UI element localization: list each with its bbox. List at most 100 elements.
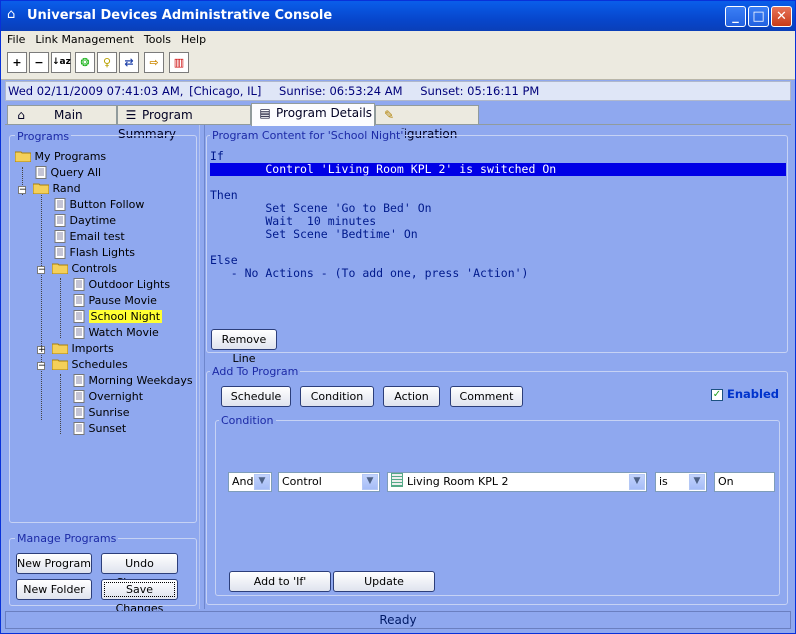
- device-select[interactable]: Living Room KPL 2 ▼: [387, 472, 647, 492]
- update-button[interactable]: Update: [333, 571, 435, 592]
- tree-item-overnight[interactable]: Overnight: [73, 390, 143, 406]
- chevron-down-icon: ▼: [689, 474, 705, 490]
- if-condition-line[interactable]: Control 'Living Room KPL 2' is switched …: [210, 162, 556, 176]
- export-icon[interactable]: ⇨: [144, 52, 164, 73]
- program-icon: [54, 198, 66, 211]
- program-icon: [73, 278, 85, 291]
- chevron-down-icon: ▼: [362, 474, 378, 490]
- maximize-button[interactable]: □: [748, 6, 769, 27]
- condition-button[interactable]: Condition: [300, 386, 374, 407]
- light-bulb-icon[interactable]: ♀: [97, 52, 117, 73]
- if-keyword: If: [210, 149, 224, 163]
- tree-item-daytime[interactable]: Daytime: [54, 214, 116, 230]
- new-program-button[interactable]: New Program: [16, 553, 92, 574]
- then-line-1[interactable]: Set Scene 'Go to Bed' On: [210, 201, 431, 215]
- collapse-toggle[interactable]: −: [18, 186, 27, 195]
- sunrise-text: Sunrise: 06:53:24 AM: [279, 84, 403, 98]
- tree-item-query-all[interactable]: Query All: [35, 166, 101, 182]
- program-icon: [54, 214, 66, 227]
- expand-toggle[interactable]: +: [37, 346, 46, 355]
- tree-item-morning-weekdays[interactable]: Morning Weekdays: [73, 374, 193, 390]
- enabled-label: Enabled: [727, 387, 780, 401]
- splitter[interactable]: [199, 125, 205, 609]
- save-changes-button[interactable]: Save Changes: [101, 579, 178, 615]
- keypad-icon: [391, 473, 403, 487]
- new-folder-button[interactable]: New Folder: [16, 579, 92, 600]
- expand-all-icon[interactable]: +: [7, 52, 27, 73]
- folder-icon: [52, 263, 68, 274]
- title-bar[interactable]: ⌂ Universal Devices Administrative Conso…: [1, 1, 795, 31]
- tree-item-schedules[interactable]: Schedules: [52, 358, 128, 374]
- location-text: [Chicago, IL]: [189, 84, 262, 98]
- else-line-1[interactable]: - No Actions - (To add one, press 'Actio…: [210, 266, 529, 280]
- tree-item-rand[interactable]: Rand: [33, 182, 81, 198]
- link-icon[interactable]: ⇄: [119, 52, 139, 73]
- menu-link-management[interactable]: Link Management: [29, 31, 137, 46]
- enabled-checkbox[interactable]: ✓: [711, 389, 723, 401]
- tree-item-flash-lights[interactable]: Flash Lights: [54, 246, 135, 262]
- tab-program-details[interactable]: ▤ Program Details: [251, 103, 375, 126]
- sort-az-icon[interactable]: ↓az: [51, 52, 71, 73]
- collapse-all-icon[interactable]: −: [29, 52, 49, 73]
- tree-item-imports[interactable]: Imports: [52, 342, 114, 358]
- close-button[interactable]: ✕: [771, 6, 792, 27]
- menu-tools[interactable]: Tools: [138, 31, 175, 46]
- undo-changes-button[interactable]: Undo Changes: [101, 553, 178, 589]
- then-line-2[interactable]: Wait 10 minutes: [210, 214, 376, 228]
- tree-item-pause-movie[interactable]: Pause Movie: [73, 294, 157, 310]
- document-icon: ▤: [259, 106, 271, 120]
- minimize-button[interactable]: _: [725, 6, 746, 27]
- program-icon: [54, 246, 66, 259]
- manage-programs-label: Manage Programs: [15, 532, 119, 545]
- program-icon: [73, 390, 85, 403]
- program-icon: [54, 230, 66, 243]
- clock-status-line: Wed 02/11/2009 07:41:03 AM, [Chicago, IL…: [5, 81, 791, 101]
- tree-item-outdoor-lights[interactable]: Outdoor Lights: [73, 278, 170, 294]
- tab-main[interactable]: ⌂ Main: [7, 105, 117, 125]
- folder-icon: [33, 183, 49, 194]
- tree-line: [60, 278, 61, 338]
- chevron-down-icon: ▼: [629, 474, 645, 490]
- operator-select[interactable]: is ▼: [655, 472, 707, 492]
- tree-item-watch-movie[interactable]: Watch Movie: [73, 326, 159, 342]
- tree-line: [41, 195, 42, 420]
- tab-configuration[interactable]: ✎Configuration: [375, 105, 479, 141]
- collapse-toggle[interactable]: −: [37, 266, 46, 275]
- tab-divider: [5, 124, 791, 125]
- tab-program-summary[interactable]: ☰ Program Summary: [117, 105, 251, 141]
- tree-item-controls[interactable]: Controls: [52, 262, 117, 278]
- menu-file[interactable]: File: [1, 31, 29, 46]
- tree-item-school-night[interactable]: School Night: [73, 310, 163, 326]
- action-button[interactable]: Action: [383, 386, 440, 407]
- condition-type-select[interactable]: Control ▼: [278, 472, 380, 492]
- programs-group-label: Programs: [15, 130, 72, 143]
- folder-icon: [52, 343, 68, 354]
- then-line-3[interactable]: Set Scene 'Bedtime' On: [210, 227, 417, 241]
- collapse-toggle[interactable]: −: [37, 362, 46, 371]
- menu-help[interactable]: Help: [175, 31, 210, 46]
- condition-group: [215, 420, 780, 596]
- tree-item-sunset[interactable]: Sunset: [73, 422, 126, 438]
- network-icon[interactable]: ❂: [75, 52, 95, 73]
- comment-button[interactable]: Comment: [450, 386, 523, 407]
- home-icon: ⌂: [7, 7, 16, 22]
- program-icon: [73, 406, 85, 419]
- tree-line: [60, 374, 61, 434]
- add-to-program-label: Add To Program: [210, 365, 301, 378]
- folder-icon: [15, 151, 31, 162]
- value-field[interactable]: On: [714, 472, 775, 492]
- program-icon: [73, 422, 85, 435]
- remove-line-button[interactable]: Remove Line: [211, 329, 277, 365]
- program-icon: [73, 326, 85, 339]
- sunset-text: Sunset: 05:16:11 PM: [420, 84, 540, 98]
- tree-item-email-test[interactable]: Email test: [54, 230, 125, 246]
- schedule-button[interactable]: Schedule: [221, 386, 291, 407]
- and-or-select[interactable]: And ▼: [228, 472, 272, 492]
- tree-item-sunrise[interactable]: Sunrise: [73, 406, 130, 422]
- tree-item-my-programs[interactable]: My Programs: [15, 150, 106, 166]
- chart-icon[interactable]: ▥: [169, 52, 189, 73]
- tree-item-button-follow[interactable]: Button Follow: [54, 198, 144, 214]
- add-to-if-button[interactable]: Add to 'If': [229, 571, 331, 592]
- list-icon: ☰: [125, 108, 137, 122]
- program-content-label: Program Content for 'School Night': [210, 129, 406, 142]
